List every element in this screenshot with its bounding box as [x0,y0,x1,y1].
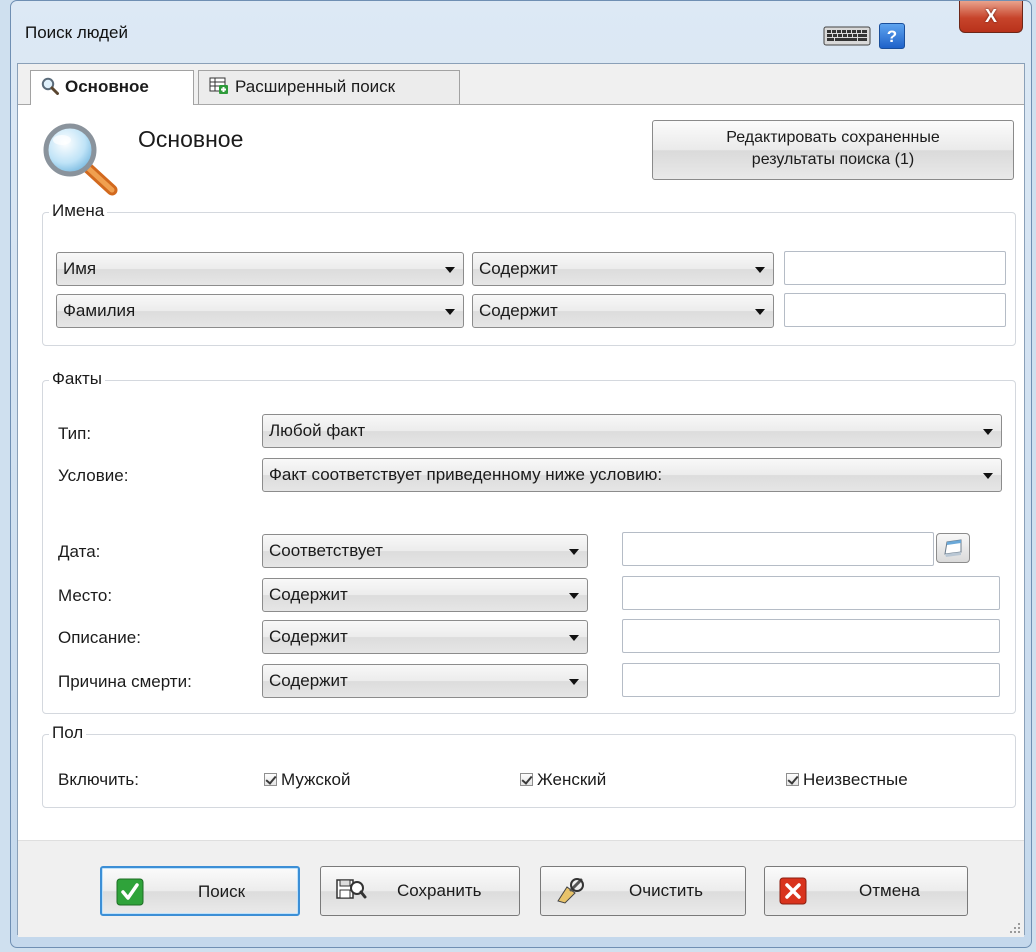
place-input[interactable] [622,576,1000,610]
cause-of-death-condition-value: Содержит [269,671,348,690]
female-checkbox[interactable]: Женский [520,770,606,790]
date-condition-value: Соответствует [269,541,383,560]
chevron-down-icon [569,549,579,555]
cause-of-death-condition-select[interactable]: Содержит [262,664,588,698]
fact-type-value: Любой факт [269,421,366,440]
unknown-checkbox[interactable]: Неизвестные [786,770,908,790]
tab-advanced-label: Расширенный поиск [235,77,396,96]
chevron-down-icon [755,267,765,273]
place-label: Место: [58,586,113,605]
search-button-label: Поиск [198,882,246,901]
chevron-down-icon [755,309,765,315]
edit-saved-line1: Редактировать сохраненные [726,129,940,146]
checkbox-checked-icon [786,773,799,786]
female-checkbox-label: Женский [537,770,607,789]
tab-basic-label: Основное [65,77,149,96]
broom-icon [557,878,584,904]
male-checkbox[interactable]: Мужской [264,770,351,790]
first-name-input[interactable] [784,251,1006,285]
window-title: Поиск людей [25,23,128,42]
chevron-down-icon [569,635,579,641]
search-button[interactable]: Поиск [100,866,300,916]
unknown-checkbox-label: Неизвестные [803,770,908,789]
name-field-select-last[interactable]: Фамилия [56,294,464,328]
name-field-value: Имя [63,259,97,278]
date-input[interactable] [622,532,934,566]
fact-condition-select[interactable]: Факт соответствует приведенному ниже усл… [262,458,1002,492]
gender-legend: Пол [49,723,87,743]
clear-button-label: Очистить [629,881,704,900]
page-title: Основное [138,126,244,152]
edit-saved-results-button[interactable]: Редактировать сохраненные результаты пои… [652,120,1014,180]
search-magnifier-icon [43,123,118,196]
chevron-down-icon [983,473,993,479]
checkmark-icon [116,878,144,906]
dialog-client: Основное Расширенный поиск Основное Реда… [17,63,1025,937]
chevron-down-icon [569,593,579,599]
name-condition-select-last[interactable]: Содержит [472,294,774,328]
help-button[interactable]: ? [879,23,905,49]
fact-type-select[interactable]: Любой факт [262,414,1002,448]
close-button[interactable]: X [959,1,1023,33]
save-button-label: Сохранить [397,881,482,900]
description-label: Описание: [58,628,141,647]
calendar-icon [944,539,962,557]
save-search-icon [336,879,367,899]
chevron-down-icon [983,429,993,435]
date-picker-button[interactable] [936,533,970,563]
description-input[interactable] [622,619,1000,653]
cause-of-death-input[interactable] [622,663,1000,697]
cancel-button-label: Отмена [859,881,920,900]
name-condition-select-first[interactable]: Содержит [472,252,774,286]
description-condition-select[interactable]: Содержит [262,620,588,654]
save-button[interactable]: Сохранить [320,866,520,916]
facts-legend: Факты [49,369,106,389]
magnifier-icon [41,77,59,95]
resize-grip-icon[interactable] [1009,922,1021,934]
checkbox-checked-icon [520,773,533,786]
date-label: Дата: [58,542,101,561]
name-field-select-first[interactable]: Имя [56,252,464,286]
cancel-x-icon [779,877,807,905]
fact-type-label: Тип: [58,424,92,443]
cause-of-death-label: Причина смерти: [58,672,192,691]
fact-condition-value: Факт соответствует приведенному ниже усл… [269,465,663,484]
edit-saved-line2: результаты поиска (1) [751,151,915,168]
date-condition-select[interactable]: Соответствует [262,534,588,568]
fact-condition-label: Условие: [58,466,129,485]
name-condition-value: Содержит [479,301,558,320]
chevron-down-icon [445,267,455,273]
chevron-down-icon [445,309,455,315]
dialog-window: Поиск людей ? X Основное Расширенный пои… [10,0,1032,948]
keyboard-icon[interactable] [823,25,871,47]
tab-strip: Основное Расширенный поиск [18,64,1024,105]
cancel-button[interactable]: Отмена [764,866,968,916]
button-bar: Поиск Сохранить Очистить Отмена [18,840,1024,937]
tab-basic[interactable]: Основное [30,70,194,105]
name-condition-value: Содержит [479,259,558,278]
chevron-down-icon [569,679,579,685]
male-checkbox-label: Мужской [281,770,351,789]
description-condition-value: Содержит [269,627,348,646]
table-add-icon [209,77,228,94]
tab-advanced-search[interactable]: Расширенный поиск [198,70,460,104]
include-label: Включить: [58,770,139,789]
place-condition-select[interactable]: Содержит [262,578,588,612]
clear-button[interactable]: Очистить [540,866,746,916]
names-legend: Имена [49,201,108,221]
title-bar[interactable]: Поиск людей ? X [11,1,1031,63]
checkbox-checked-icon [264,773,277,786]
place-condition-value: Содержит [269,585,348,604]
name-field-value: Фамилия [63,301,136,320]
last-name-input[interactable] [784,293,1006,327]
